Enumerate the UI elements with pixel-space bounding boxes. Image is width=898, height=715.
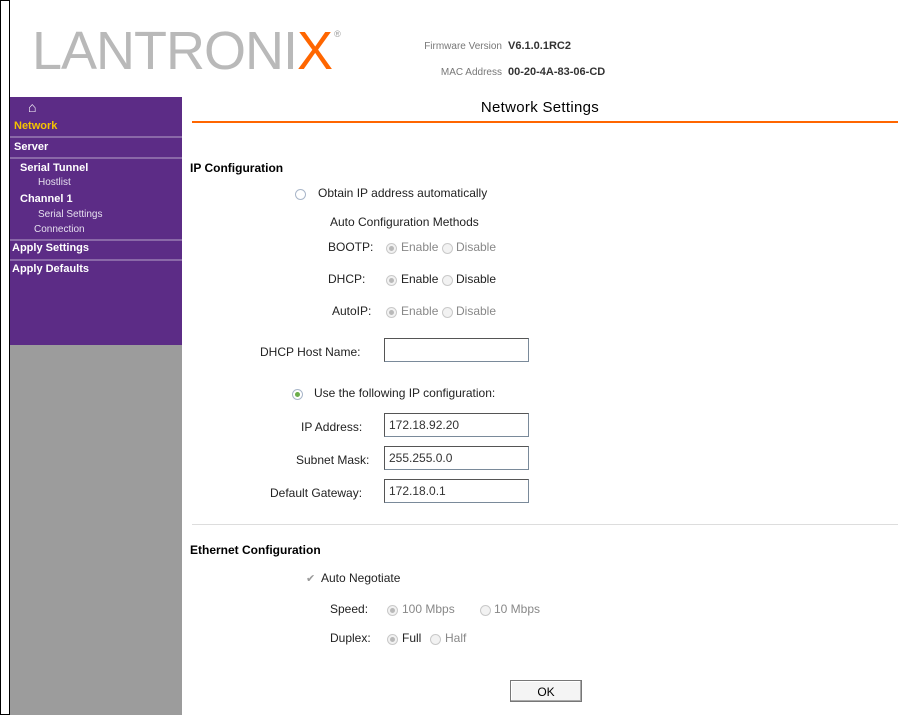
sidebar-item-apply-defaults[interactable]: Apply Defaults [10,263,182,275]
bootp-disable-radio[interactable] [442,243,453,254]
sidebar-separator [10,157,182,159]
home-icon[interactable]: ⌂ [28,100,42,114]
main-content: Network Settings IP Configuration Obtain… [182,97,898,715]
mac-label: MAC Address [440,67,502,78]
speed-100-label: 100 Mbps [402,602,455,616]
ethernet-config-title: Ethernet Configuration [190,543,321,557]
subnet-mask-label: Subnet Mask: [296,453,370,467]
sidebar-item-label: Connection [34,224,85,235]
duplex-full-radio[interactable] [387,634,398,645]
bootp-enable-label: Enable [401,240,439,254]
autoip-label: AutoIP: [332,304,372,318]
dhcp-hostname-label: DHCP Host Name: [260,345,361,359]
duplex-half-radio[interactable] [430,634,441,645]
mac-row: MAC Address 00-20-4A-83-06-CD [390,66,605,78]
bootp-disable-label: Disable [456,240,497,254]
section-divider [192,524,898,525]
ip-config-title: IP Configuration [190,161,284,175]
firmware-row: Firmware Version V6.1.0.1RC2 [390,40,571,52]
sidebar-item-label: Apply Settings [12,242,90,254]
speed-label: Speed: [330,602,369,616]
bootp-enable-radio[interactable] [386,243,397,254]
sidebar-item-label: Apply Defaults [12,263,90,275]
duplex-full-label: Full [402,631,422,645]
auto-negotiate-label: Auto Negotiate [321,571,401,585]
sidebar-item-connection[interactable]: Connection [10,224,182,235]
sidebar-nav: Network Server Serial Tunnel Hostlist Ch… [10,119,182,345]
sidebar-separator [10,239,182,241]
sidebar-item-label: Serial Tunnel [20,162,89,174]
use-static-label: Use the following IP configuration: [314,386,496,400]
sidebar: ⌂ Network Server Serial Tunnel Hostlist … [10,97,182,715]
sidebar-item-serial-tunnel[interactable]: Serial Tunnel [10,162,182,174]
sidebar-item-label: Channel 1 [20,193,73,205]
subnet-mask-input[interactable]: 255.255.0.0 [384,446,529,470]
ip-address-input[interactable]: 172.18.92.20 [384,413,529,437]
dhcp-enable-radio[interactable] [386,275,397,286]
lantronix-logo: LANTRONIX ® [32,21,341,81]
sidebar-item-hostlist[interactable]: Hostlist [10,177,182,188]
use-static-radio[interactable] [292,389,303,400]
auto-config-methods-label: Auto Configuration Methods [330,215,479,229]
speed-100-radio[interactable] [387,605,398,616]
autoip-disable-label: Disable [456,304,497,318]
auto-negotiate-checkmark-icon[interactable]: ✔ [306,573,318,585]
title-rule [192,121,898,123]
obtain-auto-radio[interactable] [295,189,306,200]
sidebar-item-label: Server [14,141,49,153]
dhcp-disable-radio[interactable] [442,275,453,286]
logo-text: LANTRONI [32,21,298,81]
duplex-label: Duplex: [330,631,371,645]
dhcp-hostname-input[interactable] [384,338,529,362]
duplex-half-label: Half [445,631,467,645]
sidebar-separator [10,259,182,261]
firmware-value: V6.1.0.1RC2 [508,40,571,52]
ip-address-label: IP Address: [301,420,363,434]
sidebar-item-channel1[interactable]: Channel 1 [10,193,182,205]
sidebar-item-server[interactable]: Server [10,141,182,153]
sidebar-home-bar: ⌂ [10,97,182,119]
mac-value: 00-20-4A-83-06-CD [508,66,606,78]
autoip-enable-radio[interactable] [386,307,397,318]
firmware-label: Firmware Version [424,41,502,52]
obtain-auto-label: Obtain IP address automatically [318,186,488,200]
dhcp-disable-label: Disable [456,272,497,286]
default-gateway-input[interactable]: 172.18.0.1 [384,479,529,503]
sidebar-item-label: Hostlist [38,177,71,188]
registered-mark: ® [334,29,341,39]
page-title: Network Settings [480,99,600,116]
sidebar-item-serial-settings[interactable]: Serial Settings [10,209,182,220]
autoip-disable-radio[interactable] [442,307,453,318]
header: LANTRONIX ® Firmware Version V6.1.0.1RC2 M… [10,0,898,97]
sidebar-item-label: Serial Settings [38,209,103,220]
dhcp-label: DHCP: [328,272,366,286]
ok-button[interactable]: OK [510,680,582,702]
sidebar-separator [10,136,182,138]
sidebar-item-network[interactable]: Network [10,120,182,132]
dhcp-enable-label: Enable [401,272,439,286]
autoip-enable-label: Enable [401,304,439,318]
speed-10-label: 10 Mbps [494,602,541,616]
speed-10-radio[interactable] [480,605,491,616]
sidebar-item-apply-settings[interactable]: Apply Settings [10,242,182,254]
bootp-label: BOOTP: [328,240,374,254]
logo-x: X [297,21,333,81]
sidebar-item-label: Network [14,120,58,132]
default-gateway-label: Default Gateway: [270,486,363,500]
